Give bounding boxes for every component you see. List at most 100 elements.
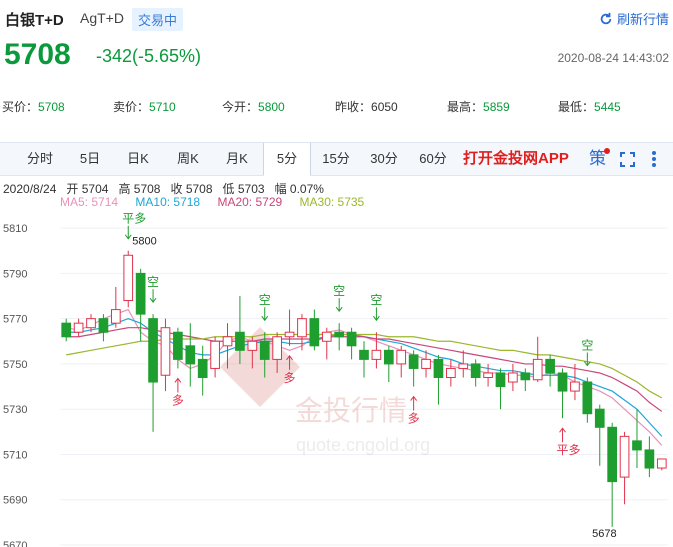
trading-status-badge: 交易中 [132, 8, 184, 31]
candle-body [582, 381, 593, 415]
tab-60min[interactable]: 60分 [411, 143, 455, 175]
candle-body [210, 340, 220, 369]
notification-dot [604, 148, 610, 154]
tab-5day[interactable]: 5日 [68, 143, 112, 175]
signal-arrow-up [174, 377, 182, 393]
y-tick-label: 5810 [3, 223, 27, 235]
y-tick-label: 5710 [3, 449, 27, 461]
candle-body [185, 345, 196, 365]
signal-buy: 多 [408, 412, 420, 426]
header: 白银T+D AgT+D 交易中 刷新行情 [0, 0, 673, 40]
candle-body [235, 331, 245, 351]
quote-timestamp: 2020-08-24 14:43:02 [557, 51, 669, 65]
stat-open: 今开：5800 [222, 100, 285, 114]
signal-buy: 多 [284, 371, 296, 385]
candle-body [483, 372, 493, 379]
watermark-badge: Au [244, 429, 264, 446]
candle-body [532, 358, 543, 381]
candle-body [656, 458, 667, 469]
candle-body [61, 322, 72, 338]
signal-arrow-down [149, 289, 157, 303]
tab-timeshare[interactable]: 分时 [18, 143, 62, 175]
candle-body [173, 331, 183, 360]
candle-body [98, 318, 109, 333]
candle-body [545, 358, 555, 374]
y-tick-label: 5670 [3, 540, 27, 547]
open-app-link[interactable]: 打开金投网APP [463, 143, 569, 175]
candle-body [135, 272, 146, 315]
candle-body [123, 254, 134, 302]
candle-body [359, 349, 369, 360]
candle-body [309, 318, 320, 347]
quote-stats: 买价：5708 卖价：5710 今开：5800 昨收：6050 最高：5859 … [0, 98, 673, 118]
candle-body [632, 440, 642, 451]
signal-buy: 多 [172, 393, 184, 407]
tab-15min[interactable]: 15分 [314, 143, 358, 175]
stat-prev-close: 昨收：6050 [335, 100, 398, 114]
candle-body [197, 358, 208, 378]
signal-sell: 空 [333, 284, 345, 298]
candle-body [383, 349, 394, 365]
low-label: 5678 [592, 528, 616, 540]
stat-bid: 买价：5708 [2, 100, 65, 114]
candle-body [86, 318, 96, 329]
candle-body [433, 358, 444, 378]
stat-high: 最高：5859 [447, 100, 510, 114]
candle-body [408, 354, 419, 369]
strategy-button[interactable]: 策 [589, 143, 606, 175]
signal-arrow-up [559, 427, 566, 443]
candle-body [334, 331, 345, 338]
tab-30min[interactable]: 30分 [362, 143, 406, 175]
candle-body [148, 318, 158, 383]
candle-body [458, 363, 469, 369]
candle-body [284, 331, 295, 338]
stat-ask: 卖价：5710 [113, 100, 176, 114]
candle-body [222, 336, 233, 347]
refresh-button[interactable]: 刷新行情 [599, 9, 669, 28]
watermark-brand: 金投行情 [295, 395, 407, 426]
signal-sell: 平多 [122, 212, 146, 226]
signal-arrow-down [335, 298, 343, 313]
candle-body [247, 340, 258, 351]
current-price: 5708 [4, 38, 71, 71]
candle-body [446, 367, 456, 379]
y-tick-label: 5790 [3, 268, 27, 280]
candle-body [607, 426, 618, 483]
tab-daily-k[interactable]: 日K [116, 143, 160, 175]
candle-body [371, 349, 382, 360]
signal-sell: 空 [259, 293, 271, 307]
signal-sell: 空 [370, 293, 382, 307]
candle-body [508, 372, 518, 383]
instrument-code: AgT+D [80, 10, 124, 26]
tab-weekly-k[interactable]: 周K [166, 143, 210, 175]
candle-body [594, 408, 605, 428]
candle-body [644, 449, 655, 469]
candle-body [110, 309, 121, 324]
y-tick-label: 5730 [3, 404, 27, 416]
fullscreen-icon[interactable] [620, 152, 635, 167]
candle-body [619, 435, 630, 478]
tab-5min[interactable]: 5分 [263, 143, 311, 176]
tab-monthly-k[interactable]: 月K [215, 143, 259, 175]
candle-body [321, 331, 332, 342]
candle-body [73, 322, 84, 333]
candle-body [557, 372, 568, 392]
instrument-title: 白银T+D [5, 12, 64, 29]
candle-body [470, 363, 481, 378]
candle-body [160, 327, 171, 376]
y-tick-label: 5770 [3, 314, 27, 326]
price-change: -342(-5.65%) [96, 46, 202, 66]
candle-body [297, 318, 307, 338]
more-icon[interactable] [651, 150, 657, 168]
candle-body [495, 372, 506, 388]
signal-arrow-up [410, 395, 418, 411]
candlestick-chart[interactable]: 5810 5790 5770 5750 5730 5710 5690 5670 金投行情 quot… [0, 205, 673, 547]
candle-body [421, 358, 431, 369]
candle-body [570, 381, 580, 392]
watermark-url: quote.cngold.org [296, 435, 430, 455]
y-tick-label: 5750 [3, 359, 27, 371]
candle-body [520, 372, 531, 381]
period-tabs: 分时 5日 日K 周K 月K 5分 15分 30分 60分 打开金投网APP 策 [0, 142, 673, 176]
refresh-label: 刷新行情 [616, 12, 669, 27]
stat-low: 最低：5445 [558, 100, 621, 114]
